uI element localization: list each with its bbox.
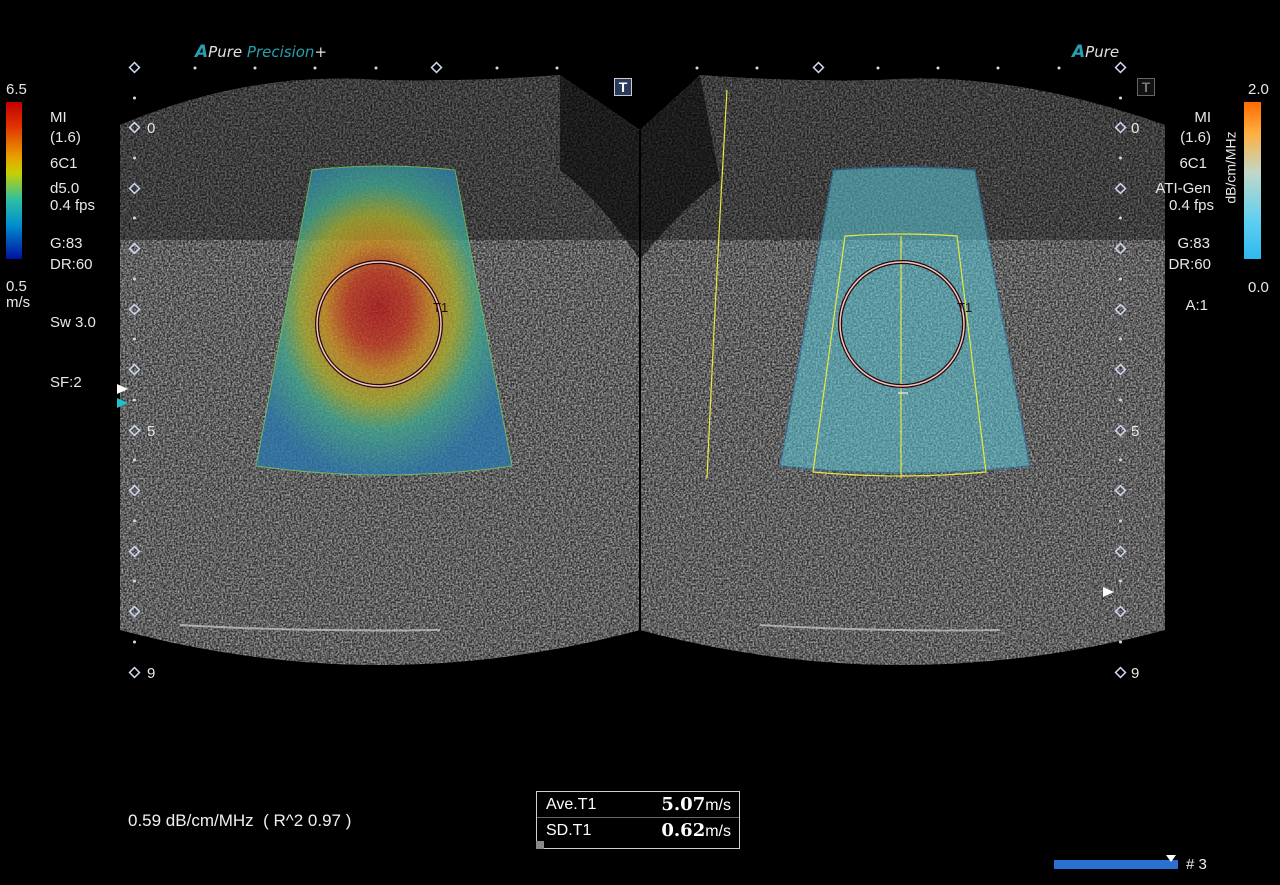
left-t-button[interactable]: T xyxy=(614,78,632,96)
left-info-probe: 6C1 xyxy=(50,155,78,172)
right-logo: APure xyxy=(1072,42,1120,62)
measurement-label: SD.T1 xyxy=(546,822,592,839)
right-info-mi-value: (1.6) xyxy=(1180,129,1211,146)
attenuation-result: 0.59 dB/cm/MHz ( R^2 0.97 ) xyxy=(128,811,352,830)
measurement-row-sd: SD.T1 0.62m/s xyxy=(537,817,739,843)
right-scale-max: 2.0 xyxy=(1248,81,1269,98)
right-depth-9: 9 xyxy=(1131,665,1140,682)
ultrasound-image xyxy=(117,61,1165,679)
right-info-fps: 0.4 fps xyxy=(1168,197,1214,214)
left-info-gain: G:83 xyxy=(50,235,83,252)
measurement-value: 5.07m/s xyxy=(661,794,731,815)
measurement-label: Ave.T1 xyxy=(546,796,597,813)
swe-color-scale xyxy=(6,102,22,259)
ati-color-scale xyxy=(1244,102,1261,259)
left-info-mi: MI xyxy=(50,109,67,126)
right-scale-unit: dB/cm/MHz xyxy=(1222,131,1239,204)
right-roi-label: T1 xyxy=(957,300,973,315)
left-info-dr: DR:60 xyxy=(50,256,93,273)
left-depth-0: 0 xyxy=(147,120,156,137)
right-depth-5: 5 xyxy=(1131,423,1140,440)
left-scale-min: 0.5 xyxy=(6,278,27,295)
left-scale-unit: m/s xyxy=(6,294,31,311)
right-t-button[interactable]: T xyxy=(1137,78,1155,96)
measurement-table: Ave.T1 5.07m/s SD.T1 0.62m/s xyxy=(536,791,740,849)
left-scale-max: 6.5 xyxy=(6,81,27,98)
left-depth-9: 9 xyxy=(147,665,156,682)
measurement-row-average: Ave.T1 5.07m/s xyxy=(537,792,739,817)
right-info-dr: DR:60 xyxy=(1168,256,1211,273)
top-scale-markers xyxy=(128,61,1127,74)
right-info-gain: G:83 xyxy=(1177,235,1210,252)
left-info-sweep: Sw 3.0 xyxy=(50,314,96,331)
right-scale-min: 0.0 xyxy=(1248,279,1269,296)
measurement-table-handle[interactable] xyxy=(536,841,544,849)
right-info-a: A:1 xyxy=(1185,297,1208,314)
cine-frame-label: # 3 xyxy=(1186,856,1207,873)
cine-position-marker[interactable] xyxy=(1165,855,1176,862)
left-info-sf: SF:2 xyxy=(50,374,82,391)
right-info-mode: ATI-Gen xyxy=(1155,180,1211,197)
right-scale-unit-wrap: dB/cm/MHz xyxy=(1222,112,1239,222)
left-roi-label: T1 xyxy=(433,300,449,315)
right-info-probe: 6C1 xyxy=(1179,155,1207,172)
right-depth-0: 0 xyxy=(1131,120,1140,137)
left-info-mi-value: (1.6) xyxy=(50,129,81,146)
left-logo: APure Precision+ xyxy=(195,42,328,62)
cine-bar[interactable] xyxy=(1054,860,1178,869)
left-info-fps: 0.4 fps xyxy=(50,197,96,214)
left-info-depth: d5.0 xyxy=(50,180,80,197)
left-depth-5: 5 xyxy=(147,423,156,440)
measurement-value: 0.62m/s xyxy=(661,820,731,841)
right-info-mi: MI xyxy=(1194,109,1211,126)
